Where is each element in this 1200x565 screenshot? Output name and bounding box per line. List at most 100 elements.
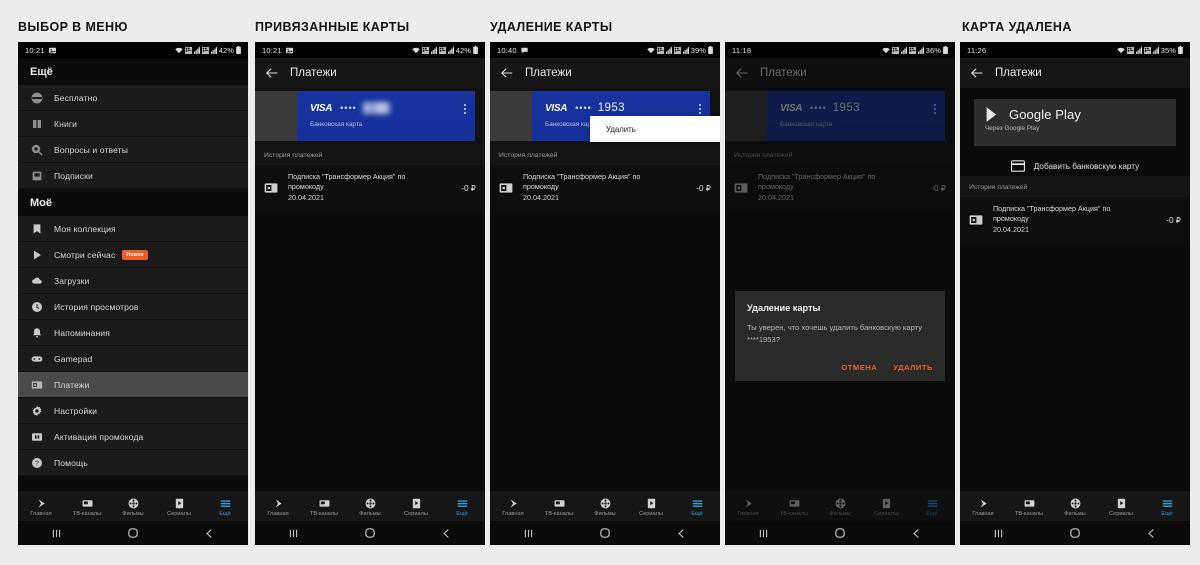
recents-button[interactable]	[960, 528, 1037, 539]
card-overflow-menu-icon[interactable]	[464, 104, 466, 114]
sidebar-item-promocode[interactable]: Активация промокода	[18, 424, 248, 450]
sidebar-item-watch-now[interactable]: Смотри сейчас Новое	[18, 242, 248, 268]
nav-home[interactable]: Главная	[960, 498, 1006, 517]
sidebar-item-gamepad[interactable]: Gamepad	[18, 346, 248, 372]
nav-series[interactable]: Сериалы	[628, 498, 674, 517]
nav-tv[interactable]: ТВ-каналы	[536, 498, 582, 517]
nav-films[interactable]: Фильмы	[110, 498, 156, 517]
home-button[interactable]	[567, 527, 644, 539]
nav-more[interactable]: Ещё	[909, 498, 955, 517]
recents-button[interactable]	[490, 528, 567, 539]
battery-percent: 39%	[690, 45, 706, 55]
page-title: Платежи	[525, 67, 572, 79]
drawer-menu[interactable]: Ещё Бесплатно Книги Вопросы и ответы Под…	[18, 58, 248, 491]
nav-home[interactable]: Главная	[255, 498, 301, 517]
card-carousel[interactable]: VISA •••• 1953 Банковская карта	[255, 88, 485, 144]
table-row[interactable]: Подписка "Трансформер Акция" по промокод…	[490, 165, 720, 213]
sim2-icon	[1143, 46, 1151, 54]
back-button[interactable]	[643, 528, 720, 539]
home-arrow-icon	[510, 498, 517, 508]
back-arrow-icon[interactable]	[265, 66, 279, 80]
signal1-icon	[430, 46, 437, 54]
confirm-delete-button[interactable]: УДАЛИТЬ	[893, 363, 933, 372]
nav-tv[interactable]: ТВ-каналы	[771, 498, 817, 517]
nav-more[interactable]: Ещё	[674, 498, 720, 517]
table-row[interactable]: Подписка "Трансформер Акция" по промокод…	[960, 197, 1190, 245]
back-button[interactable]	[1113, 528, 1190, 539]
system-nav-bar[interactable]	[490, 521, 720, 545]
nav-series[interactable]: Сериалы	[1098, 498, 1144, 517]
table-row[interactable]: Подписка "Трансформер Акция" по промокод…	[725, 165, 955, 213]
table-row[interactable]: Подписка "Трансформер Акция" по промокод…	[255, 165, 485, 213]
recents-button[interactable]	[18, 528, 95, 539]
cancel-button[interactable]: ОТМЕНА	[841, 363, 877, 372]
card-previous-partial[interactable]	[255, 91, 297, 141]
card-carousel[interactable]: VISA •••• 1953 Банковская карта Удалить	[490, 88, 720, 144]
nav-more[interactable]: Ещё	[439, 498, 485, 517]
context-menu-item-delete[interactable]: Удалить	[606, 125, 636, 134]
card-overflow-menu-icon[interactable]	[699, 104, 701, 114]
context-menu[interactable]: Удалить	[590, 116, 720, 142]
nav-films[interactable]: Фильмы	[817, 498, 863, 517]
nav-tv[interactable]: ТВ-каналы	[1006, 498, 1052, 517]
bottom-nav[interactable]: Главная ТВ-каналы Фильмы Сериалы Ещё	[960, 491, 1190, 521]
google-play-card[interactable]: Google Play Через Google Play	[974, 99, 1176, 146]
card-previous-partial[interactable]	[725, 91, 767, 141]
sidebar-item-history[interactable]: История просмотров	[18, 294, 248, 320]
home-arrow-icon	[38, 498, 45, 508]
bottom-nav[interactable]: Главная ТВ-каналы Фильмы Сериалы Ещё	[490, 491, 720, 521]
home-button[interactable]	[1037, 527, 1114, 539]
back-arrow-icon[interactable]	[500, 66, 514, 80]
nav-more[interactable]: Ещё	[1144, 498, 1190, 517]
visa-card[interactable]: VISA •••• 1953 Банковская карта	[297, 91, 475, 141]
sidebar-item-settings[interactable]: Настройки	[18, 398, 248, 424]
back-button[interactable]	[171, 528, 248, 539]
nav-series[interactable]: Сериалы	[156, 498, 202, 517]
nav-tv[interactable]: ТВ-каналы	[301, 498, 347, 517]
back-arrow-icon[interactable]	[970, 66, 984, 80]
nav-series[interactable]: Сериалы	[863, 498, 909, 517]
sidebar-item-besplatno[interactable]: Бесплатно	[18, 85, 248, 111]
nav-home[interactable]: Главная	[490, 498, 536, 517]
home-button[interactable]	[95, 527, 172, 539]
recents-button[interactable]	[725, 528, 802, 539]
card-previous-partial[interactable]	[490, 91, 532, 141]
sidebar-item-my-collection[interactable]: Моя коллекция	[18, 216, 248, 242]
nav-more[interactable]: Ещё	[202, 498, 248, 517]
nav-films[interactable]: Фильмы	[347, 498, 393, 517]
recents-button[interactable]	[255, 528, 332, 539]
nav-series[interactable]: Сериалы	[393, 498, 439, 517]
home-button[interactable]	[802, 527, 879, 539]
back-button[interactable]	[878, 528, 955, 539]
card-overflow-menu-icon[interactable]	[934, 104, 936, 114]
sidebar-item-payments[interactable]: Платежи	[18, 372, 248, 398]
nav-home[interactable]: Главная	[18, 498, 64, 517]
add-bank-card-button[interactable]: Добавить банковскую карту	[974, 160, 1176, 176]
system-nav-bar[interactable]	[960, 521, 1190, 545]
system-nav-bar[interactable]	[255, 521, 485, 545]
sidebar-item-downloads[interactable]: Загрузки	[18, 268, 248, 294]
nav-films[interactable]: Фильмы	[1052, 498, 1098, 517]
card-carousel[interactable]: VISA •••• 1953 Банковская карта	[725, 88, 955, 144]
sidebar-item-reminders[interactable]: Напоминания	[18, 320, 248, 346]
home-button[interactable]	[332, 527, 409, 539]
nav-home[interactable]: Главная	[725, 498, 771, 517]
signal1-icon	[1135, 46, 1142, 54]
sidebar-item-help[interactable]: ? Помощь	[18, 450, 248, 476]
back-button[interactable]	[408, 528, 485, 539]
sidebar-item-knigi[interactable]: Книги	[18, 111, 248, 137]
bottom-nav[interactable]: Главная ТВ-каналы Фильмы Сериалы Ещё	[18, 491, 248, 521]
nav-tv[interactable]: ТВ-каналы	[64, 498, 110, 517]
system-nav-bar[interactable]	[18, 521, 248, 545]
visa-card[interactable]: VISA •••• 1953 Банковская карта	[767, 91, 945, 141]
sidebar-item-faq[interactable]: Вопросы и ответы	[18, 137, 248, 163]
bottom-nav[interactable]: Главная ТВ-каналы Фильмы Сериалы Ещё	[725, 491, 955, 521]
status-badge: Новое	[122, 249, 148, 260]
bottom-nav[interactable]: Главная ТВ-каналы Фильмы Сериалы Ещё	[255, 491, 485, 521]
history-section-label: История платежей	[725, 144, 955, 165]
nav-films[interactable]: Фильмы	[582, 498, 628, 517]
system-nav-bar[interactable]	[725, 521, 955, 545]
back-arrow-icon[interactable]	[735, 66, 749, 80]
film-reel-icon	[600, 498, 610, 508]
sidebar-item-podpiski[interactable]: Подписки	[18, 163, 248, 189]
